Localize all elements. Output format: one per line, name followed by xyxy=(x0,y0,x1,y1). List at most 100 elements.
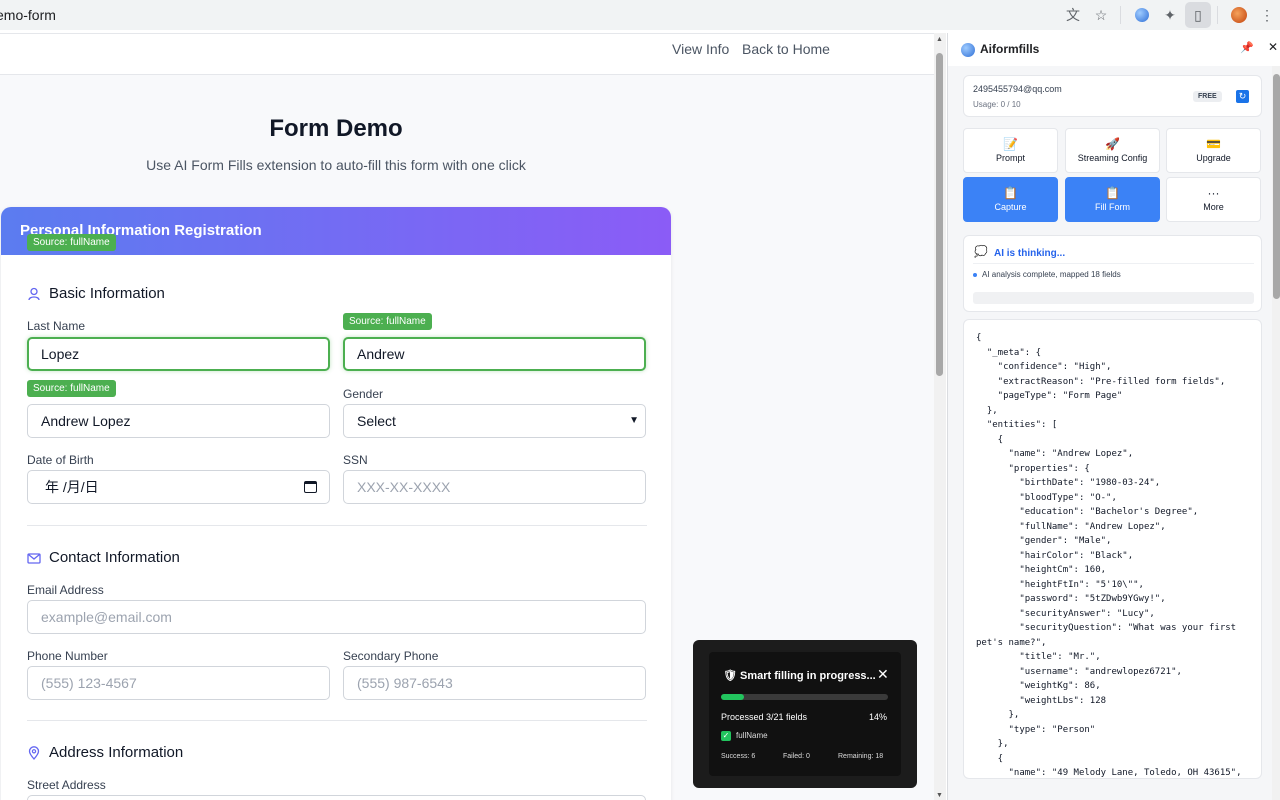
capture-button[interactable]: 📋 Capture xyxy=(963,177,1058,222)
address-bar[interactable]: emo-form xyxy=(0,3,1136,27)
ssn-input[interactable]: XXX-XX-XXXX xyxy=(343,470,646,504)
thinking-card: 💭 AI is thinking... AI analysis complete… xyxy=(963,235,1262,312)
pin-icon[interactable]: 📌 xyxy=(1240,41,1254,54)
calendar-icon[interactable] xyxy=(304,481,317,493)
section-title: Basic Information xyxy=(49,285,165,302)
scrollbar-thumb[interactable] xyxy=(1273,74,1280,299)
prompt-button[interactable]: 📝 Prompt xyxy=(963,128,1058,173)
json-line: "securityAnswer": "Lucy", xyxy=(976,608,1155,619)
full-name-input[interactable]: Andrew Lopez xyxy=(27,404,330,438)
json-line: "_meta": { xyxy=(976,347,1042,358)
dob-input[interactable]: 年 /月/日 xyxy=(27,470,330,504)
refresh-icon[interactable]: ↻ xyxy=(1236,90,1249,103)
gender-label: Gender xyxy=(343,387,384,401)
mail-icon xyxy=(27,551,41,565)
json-line: "type": "Person" xyxy=(976,724,1096,735)
json-line: { xyxy=(976,434,1004,445)
browser-toolbar: emo-form 文 ☆ ✦ ▯ ⋮ xyxy=(0,0,1280,30)
account-card: 2495455794@qq.com Usage: 0 / 10 FREE ↻ xyxy=(963,75,1262,117)
extension-side-panel: Aiformfills 📌 ✕ 2495455794@qq.com Usage:… xyxy=(947,33,1280,800)
json-line: "heightFtIn": "5'10\"", xyxy=(976,579,1144,590)
json-line: "weightLbs": 128 xyxy=(976,695,1107,706)
json-line: "bloodType": "O-", xyxy=(976,492,1117,503)
json-line: "birthDate": "1980-03-24", xyxy=(976,478,1161,488)
page-title: Form Demo xyxy=(269,115,403,142)
upgrade-button[interactable]: 💳 Upgrade xyxy=(1166,128,1261,173)
browser-menu-icon[interactable]: ⋮ xyxy=(1254,2,1280,28)
json-line: "title": "Mr.", xyxy=(976,652,1101,662)
progress-bar xyxy=(721,694,888,700)
json-line: "username": "andrewlopez6721", xyxy=(976,666,1182,677)
json-line: pet's name?", xyxy=(976,637,1047,648)
thinking-title: AI is thinking... xyxy=(994,248,1066,259)
clipboard-icon: 📋 xyxy=(1105,186,1120,200)
section-basic-info: Basic Information xyxy=(27,285,165,302)
check-icon: ✓ xyxy=(721,731,731,741)
panel-body: 2495455794@qq.com Usage: 0 / 10 FREE ↻ 📝… xyxy=(948,66,1272,800)
thinking-bar xyxy=(973,292,1254,304)
json-line: "name": "49 Melody Lane, Toledo, OH 4361… xyxy=(976,768,1242,778)
close-icon[interactable]: ✕ xyxy=(877,666,889,683)
gender-select[interactable]: Select ▼ xyxy=(343,404,646,438)
json-line: }, xyxy=(976,739,1009,749)
first-name-input[interactable]: Andrew xyxy=(343,337,646,371)
close-panel-icon[interactable]: ✕ xyxy=(1268,40,1278,54)
json-line: "confidence": "High", xyxy=(976,362,1112,372)
credit-card-icon: 💳 xyxy=(1206,137,1221,151)
account-email: 2495455794@qq.com xyxy=(973,84,1062,94)
section-title: Address Information xyxy=(49,744,184,761)
shield-icon: 🛡 xyxy=(723,670,737,682)
json-line: "gender": "Male", xyxy=(976,536,1112,546)
streaming-config-button[interactable]: 🚀 Streaming Config xyxy=(1065,128,1160,173)
extension-logo-icon xyxy=(961,43,975,57)
failed-count: Failed: 0 xyxy=(783,753,810,760)
top-navigation: View Info Back to Home xyxy=(0,33,934,75)
dob-label: Date of Birth xyxy=(27,453,94,467)
section-address-info: Address Information xyxy=(27,744,183,761)
side-panel-icon[interactable]: ▯ xyxy=(1185,2,1211,28)
json-line: "password": "5tZDwb9YGwy!", xyxy=(976,594,1166,604)
page-scrollbar[interactable]: ▲ ▼ xyxy=(934,33,946,800)
extension-globe-icon[interactable] xyxy=(1129,2,1155,28)
current-field: fullName xyxy=(736,731,768,740)
registration-form-card: Personal Information Registration Source… xyxy=(1,207,671,800)
view-info-link[interactable]: View Info xyxy=(672,41,729,57)
profile-avatar[interactable] xyxy=(1226,2,1252,28)
scroll-down-icon[interactable]: ▼ xyxy=(936,792,943,799)
clipboard-icon: 📋 xyxy=(1003,186,1018,200)
json-output: { "_meta": { "confidence": "High", "extr… xyxy=(963,319,1262,779)
success-count: Success: 6 xyxy=(721,753,756,760)
extensions-puzzle-icon[interactable]: ✦ xyxy=(1157,2,1183,28)
translate-icon[interactable]: 文 xyxy=(1060,2,1086,28)
scroll-up-icon[interactable]: ▲ xyxy=(936,36,943,43)
json-line: "education": "Bachelor's Degree", xyxy=(976,507,1199,517)
json-line: "entities": [ xyxy=(976,420,1058,430)
chevron-down-icon: ▼ xyxy=(629,415,639,426)
more-dots-icon: ··· xyxy=(1207,186,1220,200)
street-input[interactable] xyxy=(27,795,646,800)
bookmark-star-icon[interactable]: ☆ xyxy=(1088,2,1114,28)
progress-fill xyxy=(721,694,745,700)
rocket-icon: 🚀 xyxy=(1105,137,1120,151)
json-line: "securityQuestion": "What was your first xyxy=(976,623,1237,633)
last-name-input[interactable]: Lopez xyxy=(27,337,330,371)
thinking-status: AI analysis complete, mapped 18 fields xyxy=(982,270,1121,279)
json-line: }, xyxy=(976,405,998,416)
scrollbar-thumb[interactable] xyxy=(936,53,943,376)
fill-form-button[interactable]: 📋 Fill Form xyxy=(1065,177,1160,222)
json-line: "hairColor": "Black", xyxy=(976,550,1134,561)
source-badge: Source: fullName xyxy=(27,234,116,251)
secondary-phone-label: Secondary Phone xyxy=(343,649,439,663)
json-line: }, xyxy=(976,710,1020,720)
panel-scrollbar[interactable] xyxy=(1272,66,1280,800)
memo-icon: 📝 xyxy=(1003,137,1018,151)
more-button[interactable]: ··· More xyxy=(1166,177,1261,222)
secondary-phone-input[interactable]: (555) 987-6543 xyxy=(343,666,646,700)
email-input[interactable]: example@email.com xyxy=(27,600,646,634)
back-home-link[interactable]: Back to Home xyxy=(742,41,830,57)
json-line: "heightCm": 160, xyxy=(976,565,1107,575)
gender-value: Select xyxy=(357,413,396,429)
toast-title: 🛡 Smart filling in progress... xyxy=(723,670,876,682)
phone-input[interactable]: (555) 123-4567 xyxy=(27,666,330,700)
processed-count: Processed 3/21 fields xyxy=(721,712,808,722)
